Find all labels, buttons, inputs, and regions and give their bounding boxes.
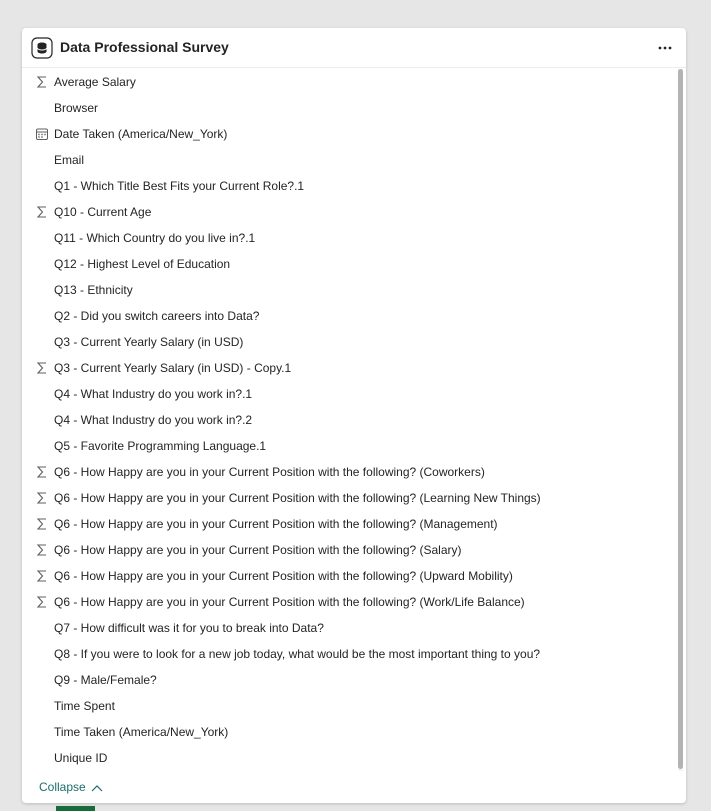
- field-row[interactable]: Q6 - How Happy are you in your Current P…: [22, 485, 678, 511]
- field-label: Q3 - Current Yearly Salary (in USD) - Co…: [54, 361, 292, 375]
- sigma-icon: [36, 466, 46, 478]
- sigma-icon: [36, 492, 46, 504]
- field-row[interactable]: Average Salary: [22, 69, 678, 95]
- field-label: Unique ID: [54, 751, 108, 765]
- field-row[interactable]: Unique ID: [22, 745, 678, 769]
- field-label: Time Taken (America/New_York): [54, 725, 229, 739]
- page-title: Data Professional Survey: [60, 39, 229, 55]
- field-row[interactable]: Q4 - What Industry do you work in?.1: [22, 381, 678, 407]
- field-row[interactable]: Time Spent: [22, 693, 678, 719]
- field-row[interactable]: Q5 - Favorite Programming Language.1: [22, 433, 678, 459]
- field-label: Q7 - How difficult was it for you to bre…: [54, 621, 324, 635]
- field-label: Q4 - What Industry do you work in?.2: [54, 413, 253, 427]
- field-row[interactable]: Q10 - Current Age: [22, 199, 678, 225]
- field-label: Q12 - Highest Level of Education: [54, 257, 231, 271]
- field-row[interactable]: Browser: [22, 95, 678, 121]
- page-tab-indicator: [56, 806, 95, 811]
- field-row[interactable]: Q6 - How Happy are you in your Current P…: [22, 563, 678, 589]
- field-label: Q4 - What Industry do you work in?.1: [54, 387, 253, 401]
- field-row[interactable]: Q8 - If you were to look for a new job t…: [22, 641, 678, 667]
- field-label: Q10 - Current Age: [54, 205, 152, 219]
- field-label: Q2 - Did you switch careers into Data?: [54, 309, 260, 323]
- sigma-icon: [36, 362, 46, 374]
- field-row[interactable]: Q6 - How Happy are you in your Current P…: [22, 459, 678, 485]
- field-row[interactable]: Q4 - What Industry do you work in?.2: [22, 407, 678, 433]
- more-options-icon[interactable]: [656, 37, 674, 57]
- field-label: Time Spent: [54, 699, 115, 713]
- field-row[interactable]: Q13 - Ethnicity: [22, 277, 678, 303]
- chevron-up-icon: [91, 784, 103, 792]
- field-label: Email: [54, 153, 85, 167]
- field-label: Q11 - Which Country do you live in?.1: [54, 231, 256, 245]
- field-row[interactable]: Q6 - How Happy are you in your Current P…: [22, 537, 678, 563]
- field-label: Q6 - How Happy are you in your Current P…: [54, 465, 485, 479]
- field-list: Average Salary Browser Date Taken (America…: [22, 69, 678, 769]
- field-row[interactable]: Q2 - Did you switch careers into Data?: [22, 303, 678, 329]
- field-row[interactable]: Q11 - Which Country do you live in?.1: [22, 225, 678, 251]
- table-icon: [31, 37, 53, 59]
- field-row[interactable]: Q7 - How difficult was it for you to bre…: [22, 615, 678, 641]
- field-label: Q9 - Male/Female?: [54, 673, 157, 687]
- field-row[interactable]: Q6 - How Happy are you in your Current P…: [22, 511, 678, 537]
- card-header: Data Professional Survey: [22, 28, 686, 68]
- field-row[interactable]: Q12 - Highest Level of Education: [22, 251, 678, 277]
- field-row[interactable]: Q3 - Current Yearly Salary (in USD) - Co…: [22, 355, 678, 381]
- field-row[interactable]: Q9 - Male/Female?: [22, 667, 678, 693]
- field-row[interactable]: Q3 - Current Yearly Salary (in USD): [22, 329, 678, 355]
- field-label: Q3 - Current Yearly Salary (in USD): [54, 335, 244, 349]
- field-label: Q6 - How Happy are you in your Current P…: [54, 543, 462, 557]
- field-row[interactable]: Q6 - How Happy are you in your Current P…: [22, 589, 678, 615]
- sigma-icon: [36, 544, 46, 556]
- field-row[interactable]: Date Taken (America/New_York): [22, 121, 678, 147]
- field-label: Date Taken (America/New_York): [54, 127, 228, 141]
- field-list-card: Data Professional Survey Average Salary B…: [22, 28, 686, 803]
- field-label: Q6 - How Happy are you in your Current P…: [54, 491, 541, 505]
- calendar-icon: [36, 128, 48, 140]
- field-label: Q1 - Which Title Best Fits your Current …: [54, 179, 305, 193]
- collapse-button[interactable]: Collapse: [39, 780, 103, 794]
- field-label: Q6 - How Happy are you in your Current P…: [54, 569, 513, 583]
- collapse-label: Collapse: [39, 780, 86, 794]
- field-label: Average Salary: [54, 75, 136, 89]
- field-row[interactable]: Time Taken (America/New_York): [22, 719, 678, 745]
- sigma-icon: [36, 570, 46, 582]
- field-label: Browser: [54, 101, 99, 115]
- sigma-icon: [36, 76, 46, 88]
- scrollbar[interactable]: [678, 69, 683, 771]
- scrollbar-thumb[interactable]: [678, 69, 683, 769]
- sigma-icon: [36, 596, 46, 608]
- field-label: Q6 - How Happy are you in your Current P…: [54, 517, 498, 531]
- field-row[interactable]: Email: [22, 147, 678, 173]
- sigma-icon: [36, 518, 46, 530]
- field-label: Q6 - How Happy are you in your Current P…: [54, 595, 525, 609]
- sigma-icon: [36, 206, 46, 218]
- field-label: Q5 - Favorite Programming Language.1: [54, 439, 267, 453]
- field-label: Q8 - If you were to look for a new job t…: [54, 647, 541, 661]
- field-row[interactable]: Q1 - Which Title Best Fits your Current …: [22, 173, 678, 199]
- field-label: Q13 - Ethnicity: [54, 283, 133, 297]
